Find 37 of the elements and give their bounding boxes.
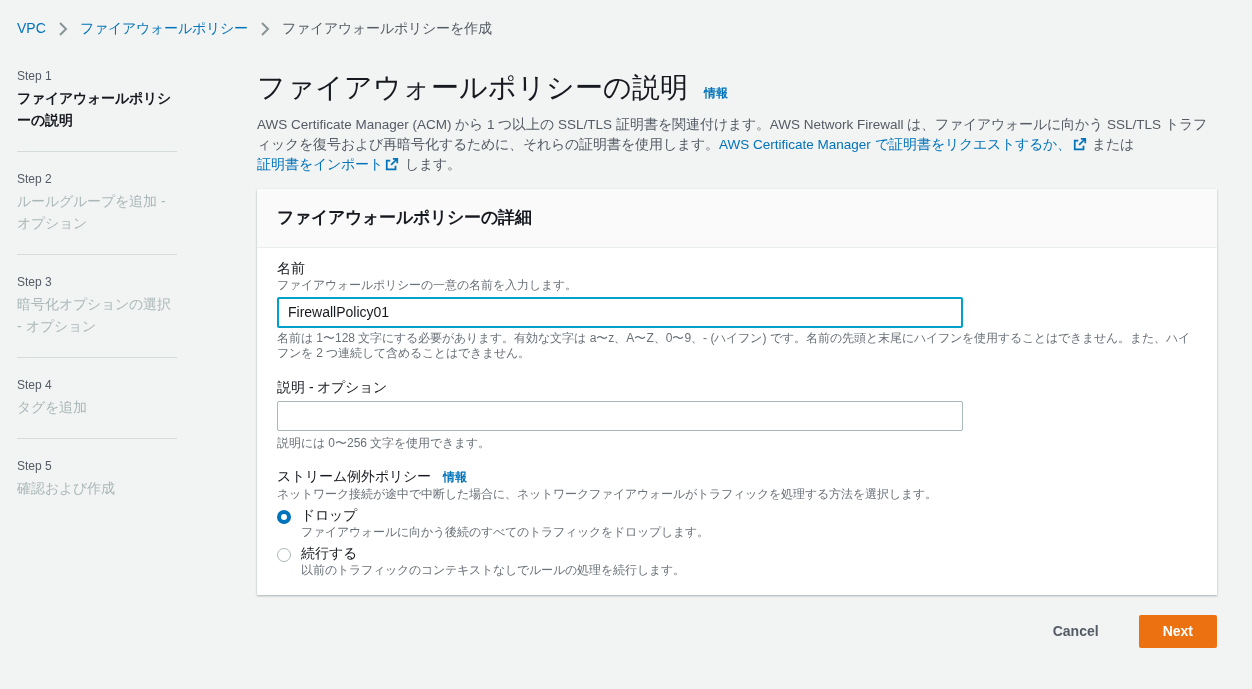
field-constraint: 名前は 1〜128 文字にする必要があります。有効な文字は a〜z、A〜Z、0〜9、- (ハイフン) です。名前の先頭と末尾にハイフンを使用することはできません。また、ハイフンを 2 つ連続して含めることはできません。	[277, 330, 1191, 361]
info-link[interactable]: 情報	[443, 468, 467, 486]
field-hint: ネットワーク接続が途中で中断した場合に、ネットワークファイアウォールがトラフィックを処理する方法を選択します。	[277, 485, 938, 503]
step-number: Step 1	[17, 68, 53, 85]
acm-link[interactable]: 証明書をインポート	[257, 157, 383, 172]
card-title: ファイアウォールポリシーの詳細	[277, 207, 533, 229]
radio-button[interactable]	[277, 547, 291, 562]
radio-button[interactable]	[277, 509, 291, 524]
radio-label[interactable]: ドロップ	[301, 506, 709, 524]
radio-hint: ファイアウォールに向かう後続のすべてのトラフィックをドロップします。	[301, 523, 709, 541]
step-number: Step 2	[17, 171, 53, 188]
radio-hint: 以前のトラフィックのコンテキストなしでルールの処理を続行します。	[301, 561, 685, 579]
radio-label[interactable]: 続行する	[301, 544, 685, 562]
external-link-icon[interactable]	[385, 157, 399, 171]
acm-link[interactable]: AWS Certificate Manager で証明書をリクエストするか、	[719, 137, 1071, 152]
page-description: AWS Certificate Manager (ACM) から 1 つ以上の SSL/TLS 証明書を関連付けます。AWS Network Firewall は、ファイアウォールに向かう SSL/TLS トラフィックを復号および再暗号化するために、それらの証明書を使用します。AWS Certificate Manager で証明書をリクエストするか、 または 証明書をインポート します。	[257, 116, 1208, 174]
description-input[interactable]	[277, 400, 963, 431]
next-button[interactable]: Next	[1138, 614, 1217, 648]
field-constraint: 説明には 0〜256 文字を使用できます。	[277, 434, 492, 452]
chevron-right-icon	[259, 21, 270, 36]
breadcrumb-current: ファイアウォールポリシーを作成	[281, 19, 492, 38]
chevron-right-icon	[57, 21, 68, 36]
step-number: Step 5	[17, 458, 53, 475]
step-link[interactable]: ファイアウォールポリシーの説明	[17, 87, 177, 137]
cancel-button[interactable]: Cancel	[1032, 614, 1119, 648]
field-label: ストリーム例外ポリシー	[277, 467, 431, 485]
step-number: Step 3	[17, 274, 53, 291]
page-title: ファイアウォールポリシーの説明	[257, 71, 688, 105]
info-link[interactable]: 情報	[704, 84, 728, 102]
field-label: 説明 - オプション	[277, 378, 389, 396]
breadcrumb-link[interactable]: ファイアウォールポリシー	[79, 18, 248, 39]
external-link-icon[interactable]	[1072, 137, 1087, 151]
step-number: Step 4	[17, 377, 53, 394]
name-input[interactable]: FirewallPolicy01	[277, 296, 963, 328]
field-label: 名前	[277, 259, 306, 277]
breadcrumb-link[interactable]: VPC	[17, 18, 46, 39]
field-hint: ファイアウォールポリシーの一意の名前を入力します。	[277, 276, 578, 294]
